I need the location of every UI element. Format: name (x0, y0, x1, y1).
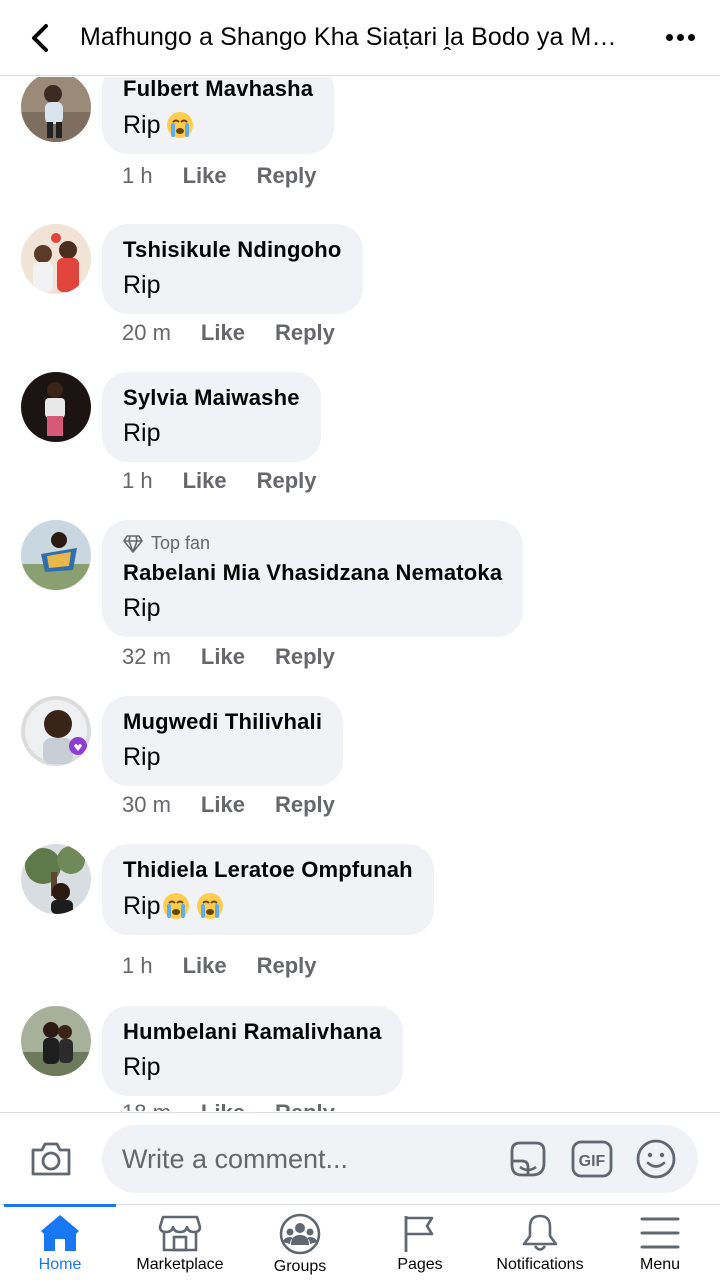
svg-text:GIF: GIF (579, 1153, 606, 1170)
gif-button[interactable]: GIF (570, 1137, 614, 1181)
comment-text: Rip (123, 891, 413, 921)
tab-home[interactable]: Home (0, 1204, 120, 1280)
flag-icon (404, 1216, 434, 1252)
avatar[interactable] (21, 696, 91, 766)
gif-icon: GIF (571, 1140, 613, 1178)
emoji-button[interactable] (634, 1137, 678, 1181)
comment-text: Rip (123, 1053, 161, 1081)
camera-button[interactable] (0, 1113, 102, 1205)
comment-time: 18 m (122, 1100, 171, 1111)
comment-bubble[interactable]: Top fan Rabelani Mia Vhasidzana Nematoka… (102, 520, 524, 637)
comment-time: 1 h (122, 953, 153, 978)
avatar[interactable] (21, 844, 91, 914)
reply-button[interactable]: Reply (257, 163, 317, 189)
avatar[interactable] (21, 224, 91, 294)
reply-button[interactable]: Reply (275, 792, 335, 818)
like-button[interactable]: Like (201, 792, 245, 818)
avatar[interactable] (21, 520, 91, 590)
comment-time: 20 m (122, 320, 171, 345)
comment-actions: 1 h Like Reply (122, 468, 317, 494)
comment-text: Rip (123, 594, 161, 622)
tab-label: Groups (273, 1258, 327, 1275)
comment-actions: 32 m Like Reply (122, 644, 335, 670)
comment-actions: 20 m Like Reply (122, 320, 335, 346)
tab-menu[interactable]: Menu (600, 1205, 720, 1280)
comment-text: Rip (123, 419, 161, 447)
top-bar: Mafhungo a Shango Kha Siaṭari ḽa Bodo ya… (0, 0, 720, 76)
commenter-name[interactable]: Mugwedi Thilivhali (123, 709, 322, 735)
comment-bubble[interactable]: Mugwedi Thilivhali Rip (102, 696, 344, 786)
commenter-name[interactable]: Tshisikule Ndingoho (123, 237, 342, 263)
tab-label: Marketplace (136, 1256, 224, 1273)
comment-bubble[interactable]: Tshisikule Ndingoho Rip (102, 224, 363, 314)
comment-input-placeholder: Write a comment... (122, 1143, 349, 1174)
marketplace-icon (158, 1215, 202, 1252)
tab-label: Pages (397, 1256, 443, 1273)
like-button[interactable]: Like (201, 320, 245, 346)
comment-list[interactable]: Fulbert Mavhasha Rip 1 h Like Reply Tshi… (0, 77, 720, 1111)
emoji-icon (636, 1139, 676, 1179)
reply-button[interactable]: Reply (275, 320, 335, 346)
avatar[interactable] (21, 77, 91, 142)
avatar[interactable] (21, 1006, 91, 1076)
comment-text: Rip (123, 743, 161, 771)
tab-label: Notifications (496, 1256, 584, 1273)
comment-time: 30 m (122, 792, 171, 817)
bottom-tab-bar: Home Marketplace Groups Pages Notificati… (0, 1204, 720, 1280)
comment-bubble[interactable]: Sylvia Maiwashe Rip (102, 372, 321, 462)
reply-button[interactable]: Reply (257, 953, 317, 979)
groups-icon (279, 1213, 321, 1255)
reply-button[interactable]: Reply (275, 1100, 335, 1111)
comment-bubble[interactable]: Humbelani Ramalivhana Rip (102, 1006, 403, 1096)
crying-face-emoji-icon (162, 893, 189, 919)
crying-face-emoji-icon (166, 112, 193, 138)
bell-icon (522, 1214, 558, 1251)
chevron-left-icon (32, 23, 48, 52)
tab-groups[interactable]: Groups (240, 1205, 360, 1280)
post-title: Mafhungo a Shango Kha Siaṭari ḽa Bodo ya… (80, 23, 640, 51)
back-button[interactable] (0, 0, 80, 76)
comment-time: 1 h (122, 468, 153, 493)
like-button[interactable]: Like (183, 163, 227, 189)
commenter-name[interactable]: Rabelani Mia Vhasidzana Nematoka (123, 560, 502, 586)
sticker-icon (510, 1141, 546, 1177)
comment-bubble[interactable]: Fulbert Mavhasha Rip (102, 77, 335, 154)
tab-label: Menu (639, 1256, 681, 1273)
tab-pages[interactable]: Pages (360, 1205, 480, 1280)
comment-text: Rip (123, 271, 161, 299)
top-fan-badge: Top fan (123, 533, 502, 554)
like-button[interactable]: Like (201, 644, 245, 670)
crying-face-emoji-icon (196, 893, 223, 919)
comment-time: 1 h (122, 163, 153, 188)
tab-label: Home (38, 1256, 82, 1273)
like-button[interactable]: Like (183, 953, 227, 979)
commenter-name[interactable]: Thidiela Leratoe Ompfunah (123, 857, 413, 883)
like-button[interactable]: Like (201, 1100, 245, 1111)
diamond-icon (123, 534, 143, 553)
comment-bubble[interactable]: Thidiela Leratoe Ompfunah Rip (102, 844, 434, 935)
tab-notifications[interactable]: Notifications (480, 1205, 600, 1280)
comment-time: 32 m (122, 644, 171, 669)
avatar[interactable] (21, 372, 91, 442)
commenter-name[interactable]: Fulbert Mavhasha (123, 77, 313, 102)
tab-marketplace[interactable]: Marketplace (120, 1205, 240, 1280)
home-icon (41, 1215, 79, 1251)
sticker-button[interactable] (506, 1137, 550, 1181)
comment-actions: 30 m Like Reply (122, 792, 335, 818)
commenter-name[interactable]: Humbelani Ramalivhana (123, 1019, 382, 1045)
comment-text: Rip (123, 110, 313, 140)
more-dots-icon (665, 34, 673, 41)
comment-input[interactable]: Write a comment... GIF (102, 1125, 698, 1193)
reply-button[interactable]: Reply (275, 644, 335, 670)
comment-composer: Write a comment... GIF (0, 1112, 720, 1204)
reply-button[interactable]: Reply (257, 468, 317, 494)
comment-actions: 1 h Like Reply (122, 163, 317, 189)
camera-icon (31, 1142, 71, 1175)
comment-actions: 1 h Like Reply (122, 953, 317, 979)
commenter-name[interactable]: Sylvia Maiwashe (123, 385, 300, 411)
like-button[interactable]: Like (183, 468, 227, 494)
comment-actions: 18 m Like Reply (122, 1100, 335, 1111)
more-options-button[interactable] (640, 0, 720, 76)
menu-icon (640, 1217, 680, 1249)
